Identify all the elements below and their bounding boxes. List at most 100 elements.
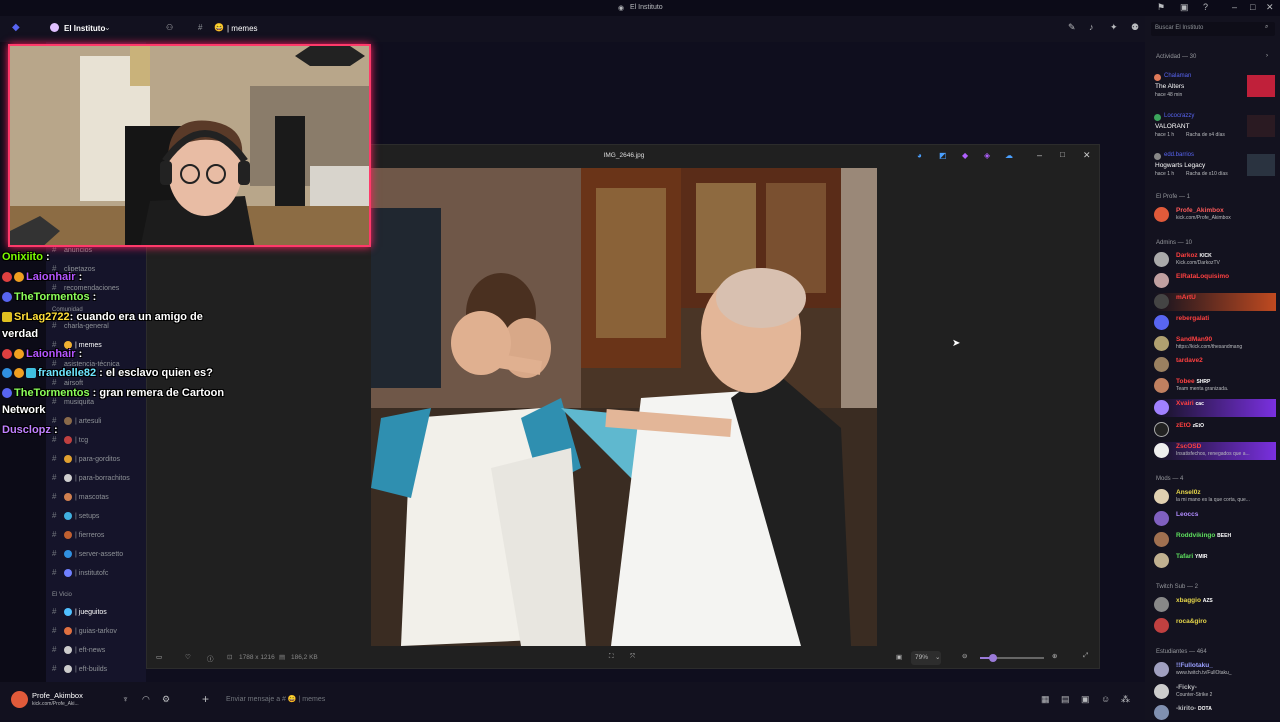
chevron-right-icon[interactable]: ›	[1266, 53, 1268, 59]
students-header: Estudiantes — 464	[1156, 649, 1207, 655]
members-icon[interactable]: ⚇	[166, 23, 173, 32]
member-item[interactable]: Tobee SHRP Team menta granizada.	[1154, 377, 1276, 395]
minimize-icon[interactable]: –	[1232, 2, 1237, 12]
member-item[interactable]: zEtO zEtO	[1154, 421, 1276, 439]
avatar	[1154, 207, 1169, 222]
channel-item-setups[interactable]: # | setups	[52, 511, 99, 521]
server-name[interactable]: El Instituto	[64, 24, 105, 33]
emoji-picker-icon[interactable]: ☺	[1101, 694, 1110, 704]
filmstrip-icon[interactable]: ▭	[156, 653, 162, 661]
help-icon[interactable]: ?	[1203, 2, 1208, 12]
avatar	[1154, 153, 1161, 160]
threads-icon[interactable]: ✎	[1068, 22, 1076, 33]
actual-size-icon[interactable]: ⤧	[630, 653, 635, 661]
channel-item-tcg[interactable]: # | tcg	[52, 435, 88, 445]
member-item[interactable]: rebergalati	[1154, 314, 1276, 332]
activity-item[interactable]: Lococrazzy VALORANT hace 1 h Racha de x4…	[1154, 112, 1276, 142]
member-item[interactable]: Profe_Akimbox kick.com/Profe_Akimbox	[1154, 206, 1276, 224]
gif-icon[interactable]: ▤	[1061, 694, 1070, 705]
search-input[interactable]: Buscar El Instituto ⌕	[1151, 22, 1275, 36]
settings-icon[interactable]: ⚙	[162, 694, 170, 705]
zoom-out-icon[interactable]: ⊖	[962, 652, 967, 660]
member-item[interactable]: -Ficky- Counter-Strike 2	[1154, 683, 1276, 701]
copilot-icon[interactable]: ◈	[984, 151, 990, 160]
edit-icon[interactable]: ◕	[917, 151, 922, 160]
member-item[interactable]: Xvairi cac	[1154, 399, 1276, 417]
member-item[interactable]: Darkoz KICK Kick.com/DarkozTV	[1154, 251, 1276, 269]
zoom-slider-track[interactable]	[980, 654, 1044, 662]
gift-icon[interactable]: ▦	[1041, 694, 1050, 705]
category-el-vicio[interactable]: El Vicio	[52, 592, 72, 598]
member-item[interactable]: Ansel0z la mi mano es la que corta, que..…	[1154, 488, 1276, 506]
chat-line: verdad	[2, 328, 39, 340]
microphone-icon[interactable]: ♆	[122, 694, 129, 704]
bell-icon[interactable]: ♪	[1089, 22, 1094, 32]
viewer-close-icon[interactable]: ✕	[1083, 150, 1091, 161]
favorite-icon[interactable]: ♡	[185, 653, 191, 661]
member-item[interactable]: SandMan90 https://kick.com/thesandmang	[1154, 335, 1276, 353]
pin-icon[interactable]: ✦	[1110, 22, 1118, 33]
viewer-maximize-icon[interactable]: □	[1060, 150, 1065, 159]
fit-icon[interactable]: ⛶	[609, 653, 614, 661]
activity-item[interactable]: edd.barrios Hogwarts Legacy hace 1 h Rac…	[1154, 151, 1276, 181]
discord-logo-icon[interactable]: ◆	[12, 22, 20, 33]
channel-item-server-assetto[interactable]: # | server-assetto	[52, 549, 123, 559]
fullscreen-icon[interactable]: ⤢	[1083, 652, 1088, 660]
member-item[interactable]: Roddvikingo BEEH	[1154, 531, 1276, 549]
user-status: kick.com/Profe_Aki...	[32, 701, 79, 707]
slideshow-icon[interactable]: ▣	[896, 653, 902, 661]
apps-icon[interactable]: ⁂	[1121, 694, 1130, 705]
info-icon[interactable]: ⓘ	[207, 653, 214, 663]
mouse-cursor-icon: ➤	[952, 338, 961, 349]
channel-item-artesuli[interactable]: # | artesuli	[52, 416, 101, 426]
member-item[interactable]: xbaggio AZS	[1154, 596, 1276, 614]
crop-icon[interactable]: ◩	[939, 151, 947, 160]
member-item[interactable]: mArtU	[1154, 293, 1276, 311]
maximize-icon[interactable]: □	[1250, 2, 1255, 12]
member-item[interactable]: Tafari YMIR	[1154, 552, 1276, 570]
channel-item-eft-news[interactable]: # | eft-news	[52, 645, 105, 655]
chat-line: SrLag2722: cuando era un amigo de	[2, 311, 203, 323]
designer-icon[interactable]: ◆	[962, 151, 968, 160]
message-input[interactable]: Enviar mensaje a # 😄 | memes	[226, 695, 1006, 709]
member-item[interactable]: tardave2	[1154, 356, 1276, 374]
channel-item-airsoft[interactable]: # airsoft	[52, 378, 83, 387]
member-item[interactable]: !!Fullotaku_ www.twitch.tv/FullOtaku_	[1154, 661, 1276, 679]
screen-icon[interactable]: ▣	[1180, 2, 1189, 13]
webcam-svg	[10, 46, 369, 245]
zoom-select[interactable]: 79% ⌄	[911, 651, 941, 665]
channel-item-institutofc[interactable]: # | institutofc	[52, 568, 108, 578]
member-item[interactable]: Leoccs	[1154, 510, 1276, 528]
close-icon[interactable]: ✕	[1266, 2, 1274, 13]
channel-item-mascotas[interactable]: # | mascotas	[52, 492, 109, 502]
channel-item-jueguitos[interactable]: # | jueguitos	[52, 607, 107, 617]
headphones-icon[interactable]: ◠	[142, 694, 150, 705]
add-attachment-icon[interactable]: +	[202, 692, 209, 706]
chat-line: Laionhair :	[2, 271, 82, 283]
member-item[interactable]: ZscOSD Insatisfechos, renegados que a...	[1154, 442, 1276, 460]
viewer-minimize-icon[interactable]: –	[1037, 150, 1042, 160]
channel-item-fierreros[interactable]: # | fierreros	[52, 530, 104, 540]
inbox-icon[interactable]: ⚑	[1157, 2, 1165, 13]
activity-item[interactable]: Chalaman The Alters hace 48 min	[1154, 72, 1276, 102]
profe-header: El Profe — 1	[1156, 194, 1191, 200]
member-item[interactable]: ElRataLoquisimo	[1154, 272, 1276, 290]
channel-item-para-gorditos[interactable]: # | para-gorditos	[52, 454, 120, 464]
avatar[interactable]	[11, 691, 28, 708]
channel-item-para-borrachitos[interactable]: # | para-borrachitos	[52, 473, 130, 483]
image-dimensions: 1788 x 1216	[239, 654, 275, 661]
chat-line: TheTormentos :	[2, 291, 96, 303]
header-bar: ◆ El Instituto ⌄ ⚇ # 😄 | memes ✎ ♪ ✦ ⚉	[0, 16, 1145, 42]
member-item[interactable]: roca&giro	[1154, 617, 1276, 635]
chevron-down-icon[interactable]: ⌄	[104, 23, 111, 32]
zoom-in-icon[interactable]: ⊕	[1052, 652, 1057, 660]
sticker-icon[interactable]: ▣	[1081, 694, 1090, 705]
member-item[interactable]: -kirito- DOTA	[1154, 704, 1276, 722]
member-list-icon[interactable]: ⚉	[1131, 22, 1139, 33]
channel-item-guias-tarkov[interactable]: # | guias-tarkov	[52, 626, 117, 636]
cloud-icon[interactable]: ☁	[1005, 151, 1013, 160]
zoom-slider-thumb[interactable]	[988, 654, 997, 662]
channel-item-eft-builds[interactable]: # | eft-builds	[52, 664, 107, 674]
chat-line: frandelle82 : el esclavo quien es?	[2, 367, 213, 379]
avatar	[1154, 74, 1161, 81]
